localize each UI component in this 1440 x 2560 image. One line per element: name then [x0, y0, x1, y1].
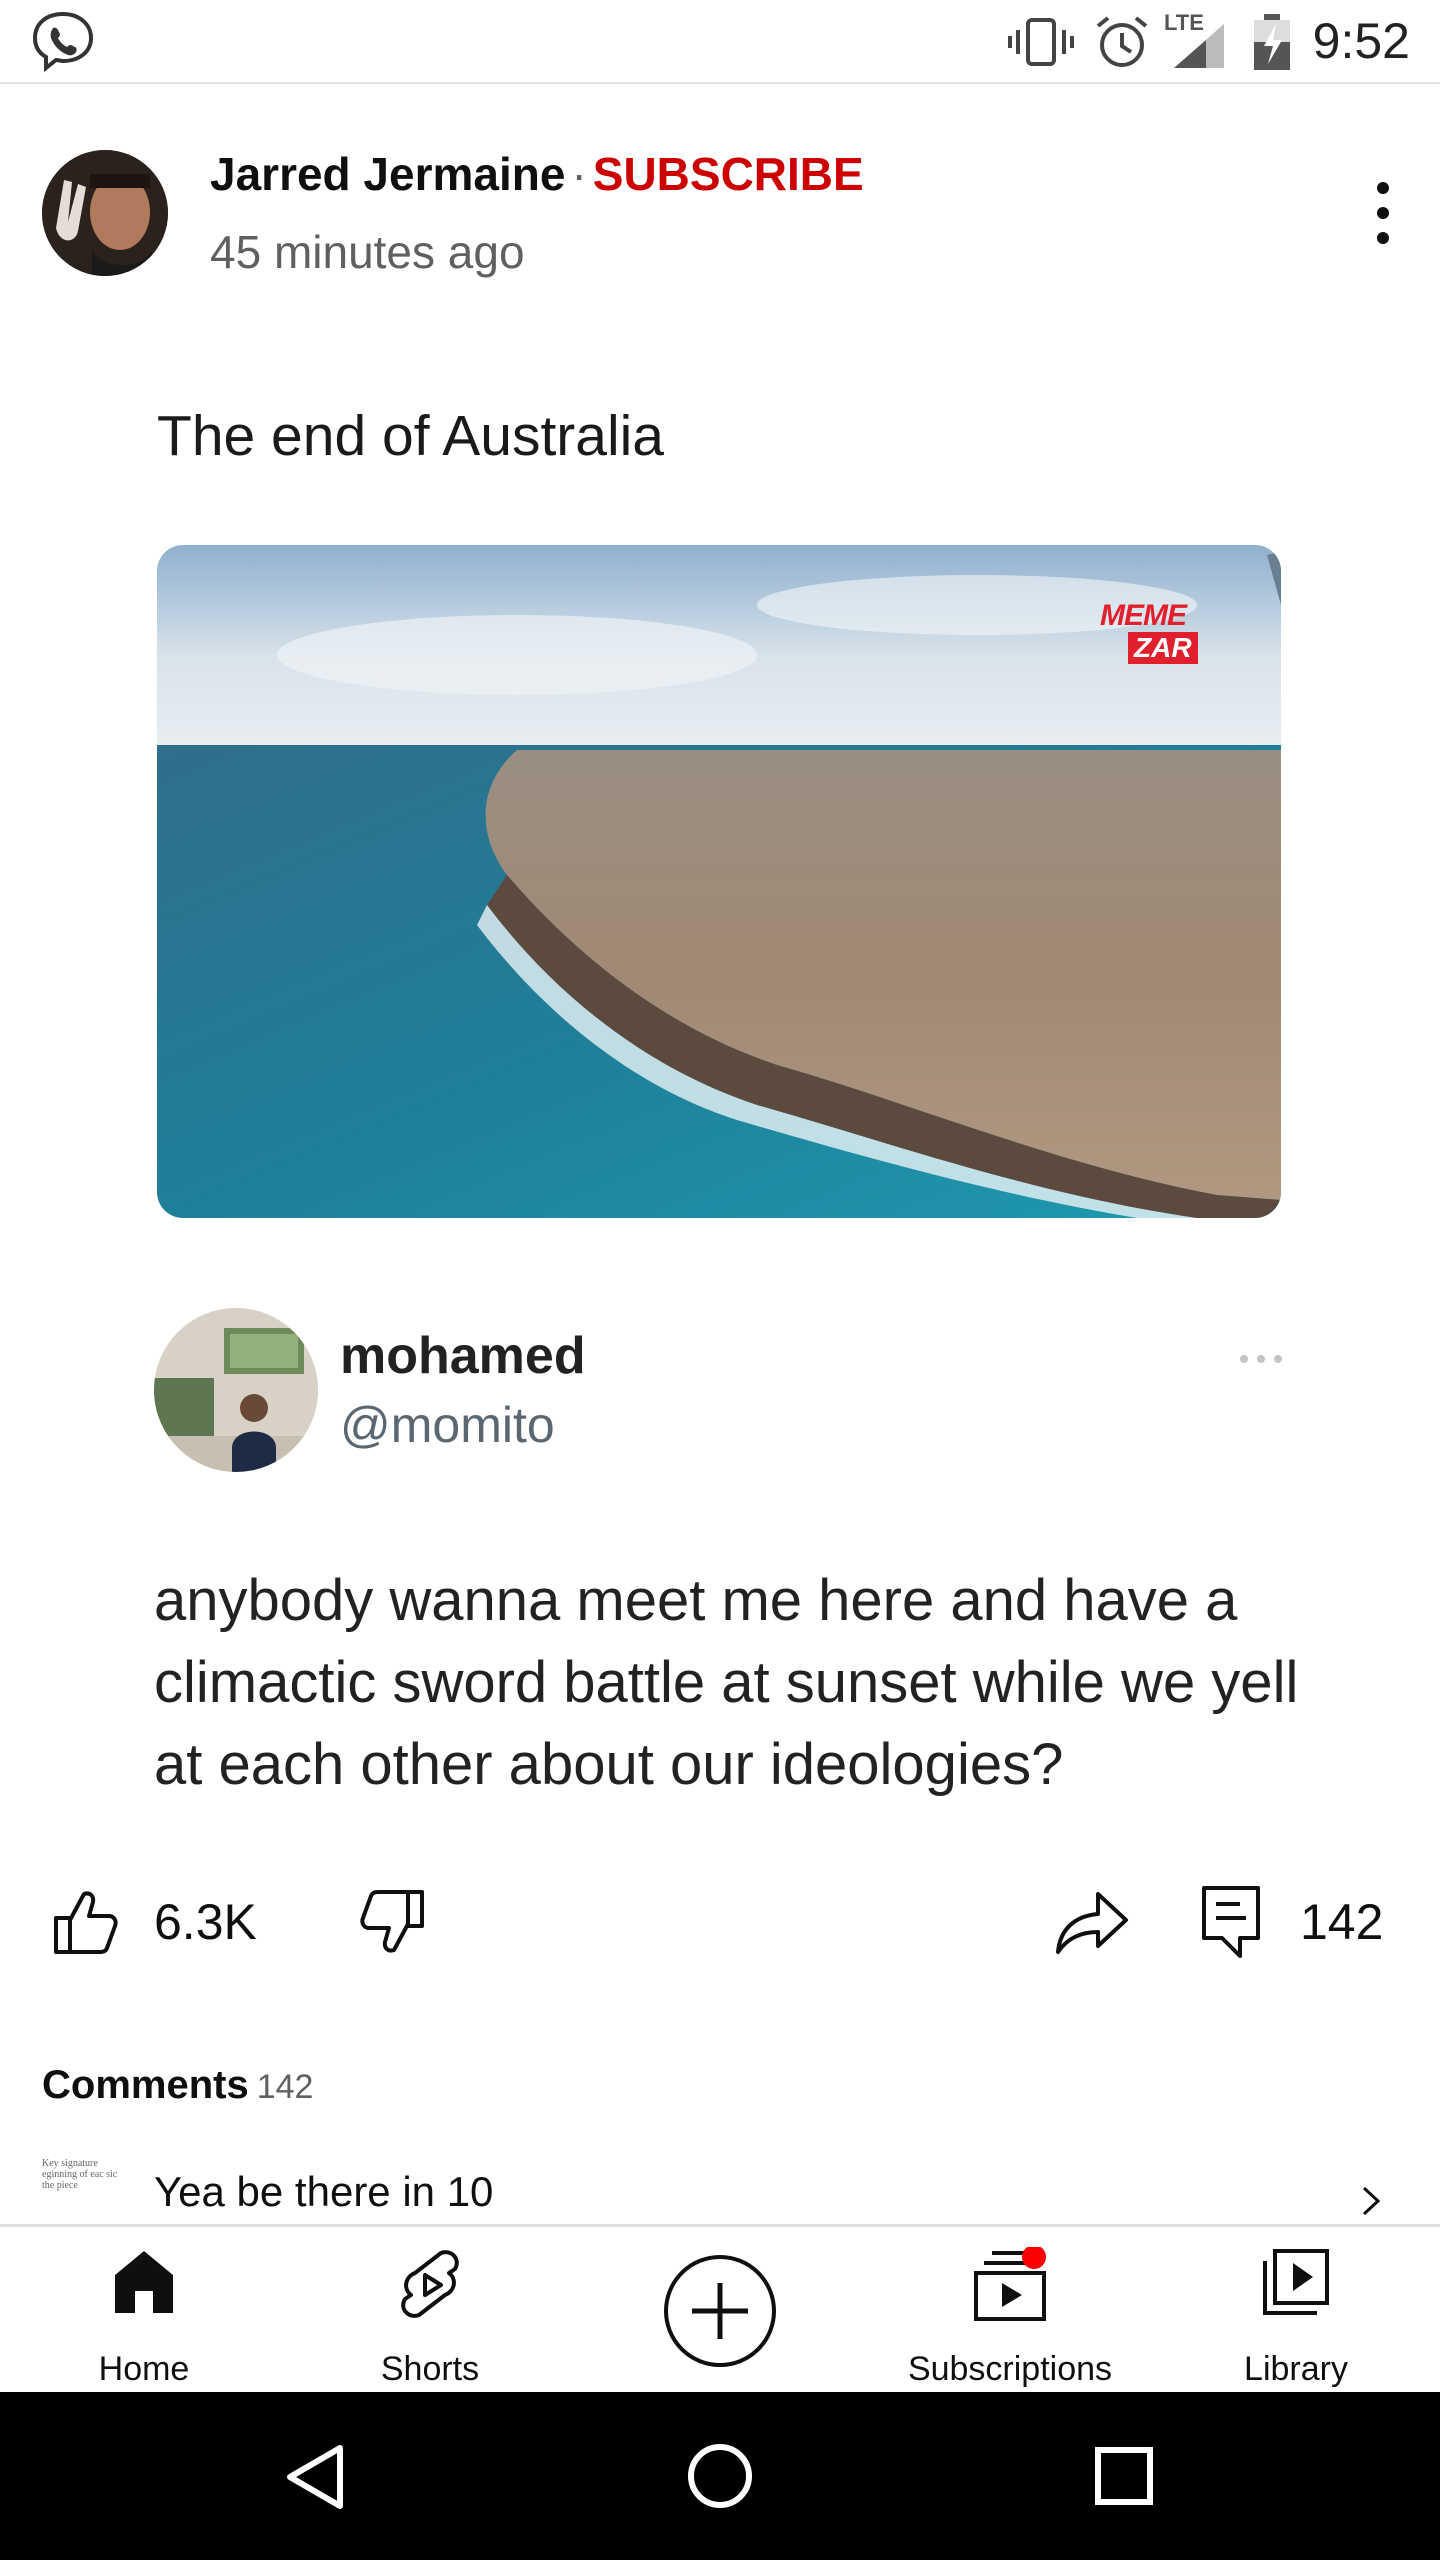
tweet-avatar — [154, 1308, 318, 1472]
nav-subscriptions[interactable]: Subscriptions — [890, 2227, 1130, 2392]
viber-icon — [32, 11, 94, 72]
recents-icon[interactable] — [1094, 2446, 1154, 2506]
tweet-author-handle: @momito — [340, 1397, 555, 1453]
meme-title: The end of Australia — [157, 404, 664, 468]
nav-library-label: Library — [1244, 2350, 1348, 2388]
vibrate-icon — [1008, 18, 1074, 66]
comment-preview-text[interactable]: Yea be there in 10 — [154, 2166, 493, 2218]
post-timestamp: 45 minutes ago — [210, 226, 525, 278]
nav-library[interactable]: Library — [1196, 2227, 1396, 2392]
thumbs-down-icon — [360, 1890, 424, 1953]
comment-icon — [1202, 1886, 1260, 1958]
watermark-line-1: MEME — [1100, 599, 1187, 632]
battery-icon — [1254, 14, 1290, 70]
dislike-button[interactable] — [350, 1878, 440, 1968]
bottom-navigation: Home Shorts Subscriptions Library — [0, 2227, 1440, 2392]
comment-count: 142 — [1300, 1894, 1384, 1950]
thumbs-up-icon — [54, 1891, 118, 1954]
author-avatar[interactable] — [42, 150, 168, 276]
signal-icon — [1174, 24, 1224, 68]
back-icon[interactable] — [284, 2442, 346, 2512]
author-line: Jarred Jermaine · SUBSCRIBE — [210, 146, 864, 202]
nav-shorts[interactable]: Shorts — [330, 2227, 530, 2392]
subscriptions-icon — [974, 2247, 1046, 2321]
meme-watermark-logo: MEME ZAR — [1100, 600, 1220, 670]
library-icon — [1263, 2249, 1329, 2315]
author-name[interactable]: Jarred Jermaine — [210, 148, 565, 200]
share-icon — [1056, 1892, 1128, 1954]
add-icon — [664, 2255, 776, 2367]
home-icon — [115, 2251, 173, 2313]
clock: 9:52 — [1312, 13, 1410, 69]
comments-label: Comments — [42, 2063, 249, 2107]
tweet-more-icon — [1240, 1355, 1282, 1363]
comment-author-thumbnail: Key signature eginning of eac sic the pi… — [42, 2158, 118, 2191]
notification-dot — [1022, 2247, 1046, 2269]
tweet-author-name: mohamed — [340, 1327, 586, 1385]
tweet-text: anybody wanna meet me here and have a cl… — [154, 1568, 1299, 1797]
nav-subscriptions-label: Subscriptions — [907, 2350, 1113, 2388]
comments-count: 142 — [256, 2068, 314, 2106]
alarm-icon — [1096, 16, 1148, 67]
home-circle-icon[interactable] — [686, 2442, 754, 2510]
subscribe-button[interactable]: SUBSCRIBE — [593, 148, 864, 200]
nav-home[interactable]: Home — [44, 2227, 244, 2392]
like-count: 6.3K — [154, 1894, 257, 1950]
watermark-line-2: ZAR — [1128, 632, 1198, 664]
android-navigation-bar — [0, 2392, 1440, 2560]
chevron-right-icon[interactable] — [1356, 2182, 1386, 2220]
create-button[interactable] — [620, 2227, 820, 2392]
nav-shorts-label: Shorts — [380, 2350, 480, 2388]
nav-home-label: Home — [98, 2350, 190, 2388]
comments-heading[interactable]: Comments 142 — [42, 2060, 313, 2112]
shorts-icon — [401, 2250, 459, 2318]
status-bar: LTE 9:52 — [0, 0, 1440, 84]
share-button[interactable] — [1050, 1878, 1140, 1968]
more-options-icon[interactable] — [1360, 178, 1406, 248]
separator-dot: · — [571, 148, 587, 200]
